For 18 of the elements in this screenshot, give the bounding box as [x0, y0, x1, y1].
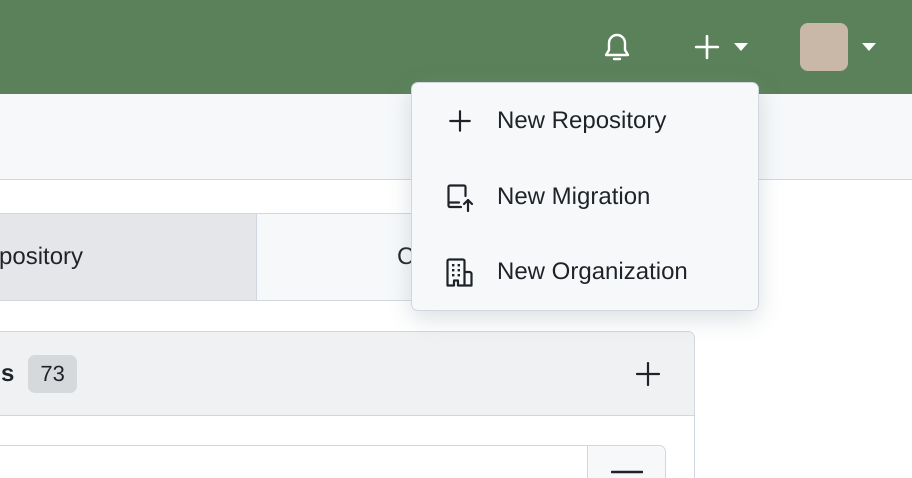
- notifications-button[interactable]: [602, 31, 632, 63]
- count-badge: 73: [28, 354, 77, 392]
- tab[interactable]: pository: [0, 214, 257, 300]
- panel-title: s: [1, 360, 14, 388]
- plus-icon: [447, 108, 473, 134]
- caret-icon: [734, 43, 748, 51]
- plus-icon: [636, 362, 660, 386]
- menu-item[interactable]: New Repository: [412, 83, 758, 159]
- caret-icon: [862, 43, 876, 51]
- bell-icon: [602, 31, 632, 63]
- menu-item[interactable]: New Organization: [412, 234, 758, 310]
- create-new-button[interactable]: [694, 34, 748, 60]
- add-button[interactable]: [636, 362, 660, 386]
- avatar-photo-placeholder: [800, 23, 848, 71]
- user-menu-button[interactable]: [800, 23, 876, 71]
- minus-icon: [610, 470, 642, 474]
- menu-item[interactable]: New Migration: [412, 158, 758, 234]
- plus-icon: [694, 34, 720, 60]
